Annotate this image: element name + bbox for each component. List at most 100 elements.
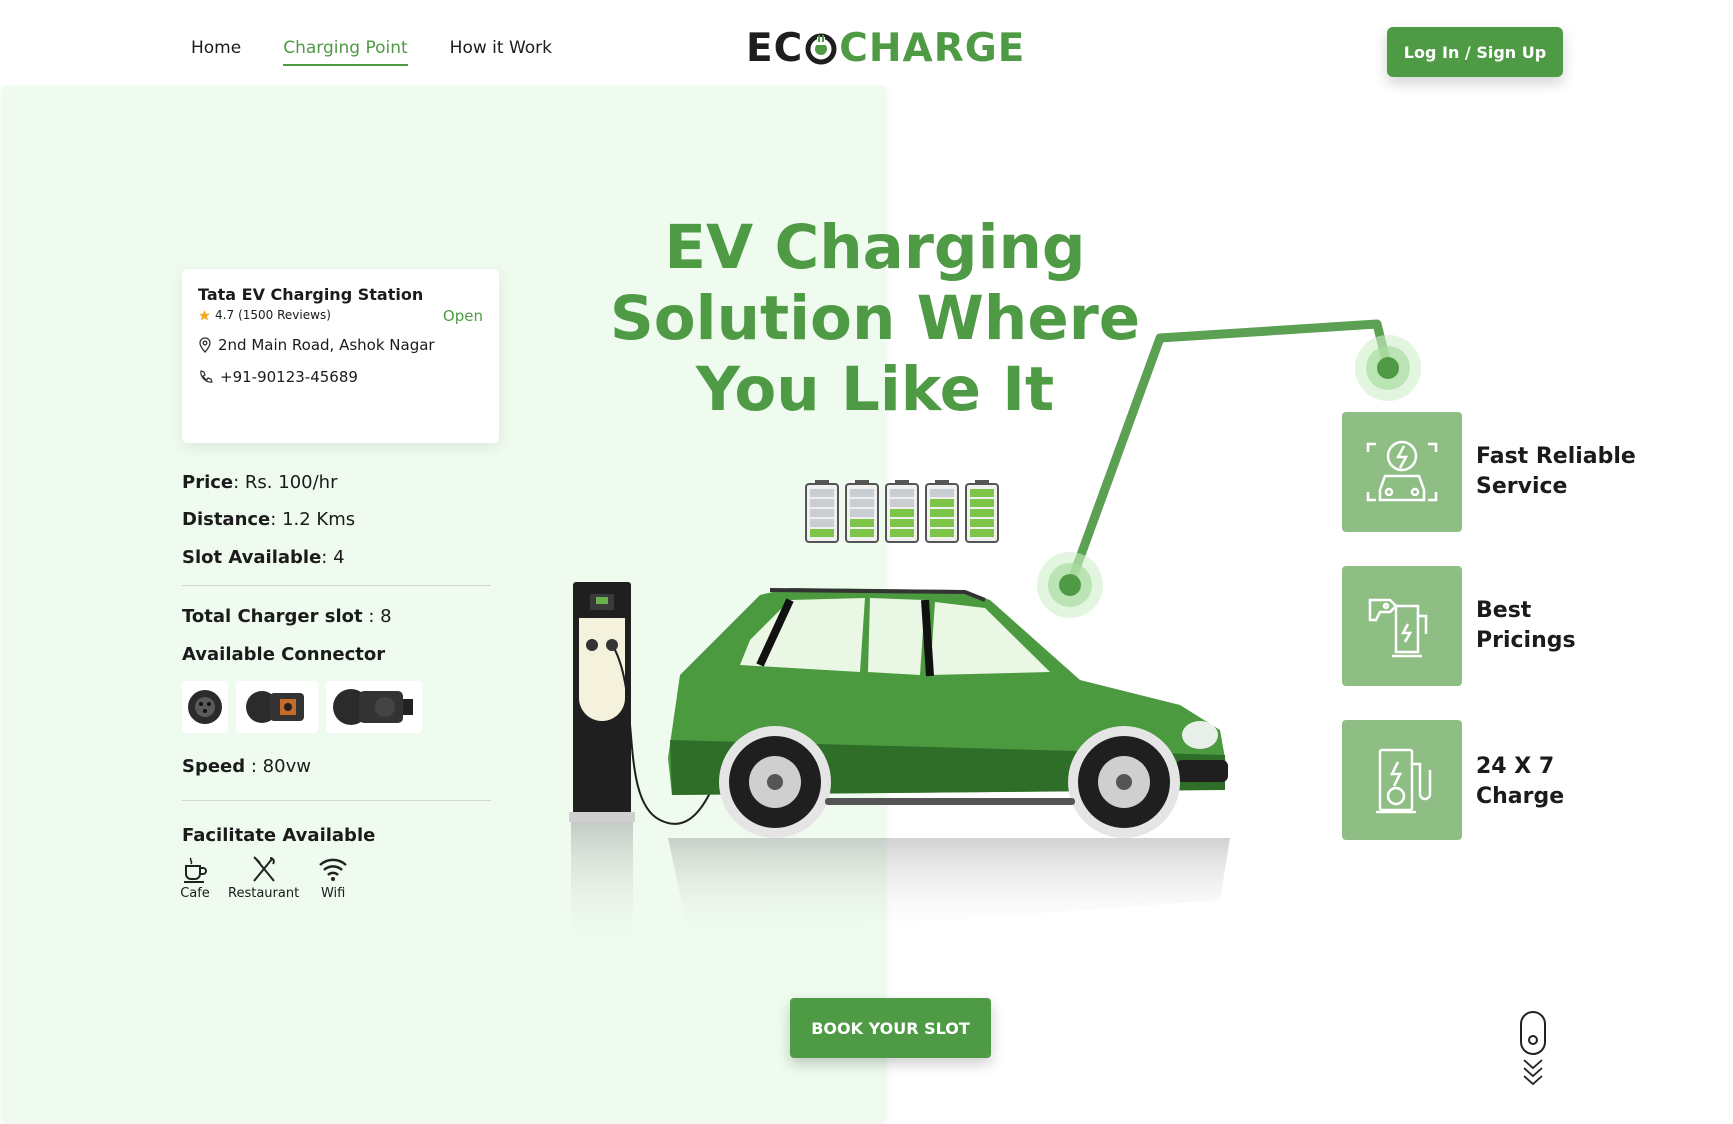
nav-home[interactable]: Home xyxy=(191,38,241,66)
connector-type2[interactable] xyxy=(182,681,228,733)
battery-segment xyxy=(890,529,914,537)
battery-segment xyxy=(970,499,994,507)
charging-station-icon xyxy=(1376,748,1432,814)
battery-segment xyxy=(970,529,994,537)
feature-line: 24 X 7 xyxy=(1476,754,1555,779)
facility-label: Wifi xyxy=(320,886,346,901)
nav-charging-point[interactable]: Charging Point xyxy=(283,38,408,66)
feature-line: Best xyxy=(1476,598,1532,623)
battery-segment xyxy=(890,489,914,497)
plug-logo-icon xyxy=(805,33,837,64)
cable-node-end-ring xyxy=(1366,346,1410,390)
distance-value: : 1.2 Kms xyxy=(270,509,356,530)
battery-segment xyxy=(970,489,994,497)
speed-info: Speed : 80vw xyxy=(182,756,311,777)
nav-how-it-work[interactable]: How it Work xyxy=(450,38,552,66)
book-slot-button[interactable]: BOOK YOUR SLOT xyxy=(790,998,991,1058)
station-phone[interactable]: +91-90123-45689 xyxy=(220,368,358,386)
logo-text-eco: EC xyxy=(746,26,804,71)
cable-node-start xyxy=(1037,552,1103,618)
battery-segment xyxy=(930,499,954,507)
battery-segment xyxy=(930,519,954,527)
battery-icon xyxy=(965,480,999,543)
feature-line: Fast Reliable xyxy=(1476,444,1636,469)
star-icon xyxy=(199,309,210,320)
login-signup-button[interactable]: Log In / Sign Up xyxy=(1387,27,1563,77)
hero-title: EV Charging Solution Where You Like It xyxy=(560,212,1190,425)
battery-segment xyxy=(890,509,914,517)
connector-heading: Available Connector xyxy=(182,644,385,665)
facilities-heading: Facilitate Available xyxy=(182,825,375,846)
logo[interactable]: EC CHARGE xyxy=(746,26,1025,71)
feature-tile-fast-service[interactable] xyxy=(1342,412,1462,532)
cable-node-dot xyxy=(1059,574,1081,596)
feature-tile-best-pricing[interactable] xyxy=(1342,566,1462,686)
battery-segment xyxy=(970,509,994,517)
hero-line-2: Solution Where xyxy=(609,283,1141,354)
station-address: 2nd Main Road, Ashok Nagar xyxy=(218,336,435,354)
feature-line: Charge xyxy=(1476,784,1565,809)
feature-label-best-pricing: Best Pricings xyxy=(1476,596,1666,656)
cable-node-end-dot xyxy=(1377,357,1399,379)
battery-segment xyxy=(890,519,914,527)
battery-icon xyxy=(885,480,919,543)
battery-segment xyxy=(930,529,954,537)
connector-ccs[interactable] xyxy=(236,681,318,733)
rating: 4.7 (1500 Reviews) xyxy=(198,308,483,322)
feature-label-24x7: 24 X 7 Charge xyxy=(1476,752,1666,812)
total-slot-label: Total Charger slot xyxy=(182,606,363,627)
logo-text-charge: CHARGE xyxy=(839,26,1026,71)
fork-knife-icon xyxy=(252,856,275,882)
facility-list: Cafe Restaurant Wifi xyxy=(180,854,349,901)
type2-connector-icon xyxy=(188,690,222,724)
cable-node-ring xyxy=(1048,563,1092,607)
slot-label: Slot Available xyxy=(182,547,322,568)
price-value: : Rs. 100/hr xyxy=(233,472,338,493)
total-slot-info: Total Charger slot : 8 xyxy=(182,606,392,627)
feature-tile-24x7[interactable] xyxy=(1342,720,1462,840)
total-slot-value: : 8 xyxy=(362,606,392,627)
main-nav: Home Charging Point How it Work xyxy=(191,38,552,66)
phone-icon xyxy=(200,370,213,383)
feature-line: Service xyxy=(1476,474,1568,499)
battery-icon xyxy=(925,480,959,543)
divider xyxy=(182,800,491,801)
location-pin-icon xyxy=(199,337,211,353)
distance-info: Distance: 1.2 Kms xyxy=(182,509,355,530)
chademo-connector-icon xyxy=(333,689,413,725)
battery-segment xyxy=(890,499,914,507)
facility-label: Restaurant xyxy=(228,886,300,901)
facility-restaurant: Restaurant xyxy=(228,854,299,901)
station-card[interactable]: Tata EV Charging Station Open 4.7 (1500 R… xyxy=(182,269,499,443)
distance-label: Distance xyxy=(182,509,271,530)
feature-line: Pricings xyxy=(1476,628,1576,653)
facility-label: Cafe xyxy=(180,886,210,901)
rating-value: 4.7 xyxy=(215,308,235,322)
battery-segment xyxy=(930,489,954,497)
price-plug-icon xyxy=(1368,598,1428,658)
ccs-connector-icon xyxy=(246,691,304,723)
facilities-heading-text: Facilitate Available xyxy=(182,825,376,846)
speed-label: Speed xyxy=(182,756,246,777)
feature-label-fast-service: Fast Reliable Service xyxy=(1476,442,1666,502)
status-badge: Open xyxy=(442,307,483,325)
wifi-icon xyxy=(319,858,348,881)
slot-info: Slot Available: 4 xyxy=(182,547,345,568)
coffee-cup-icon xyxy=(184,857,207,883)
connector-list xyxy=(182,681,422,733)
speed-value: : 80vw xyxy=(245,756,311,777)
price-label: Price xyxy=(182,472,234,493)
battery-segment xyxy=(970,519,994,527)
address-row: 2nd Main Road, Ashok Nagar xyxy=(198,336,483,354)
scroll-down-icon[interactable] xyxy=(1518,1010,1548,1088)
car-charging-icon xyxy=(1366,440,1438,502)
slot-value: : 4 xyxy=(321,547,345,568)
battery-segment xyxy=(930,509,954,517)
hero-line-3: You Like It xyxy=(695,354,1055,425)
review-count: (1500 Reviews) xyxy=(238,308,331,322)
divider xyxy=(182,585,491,586)
price-info: Price: Rs. 100/hr xyxy=(182,472,337,493)
phone-row: +91-90123-45689 xyxy=(198,368,483,386)
connector-chademo[interactable] xyxy=(326,681,422,733)
facility-cafe: Cafe xyxy=(180,854,210,901)
